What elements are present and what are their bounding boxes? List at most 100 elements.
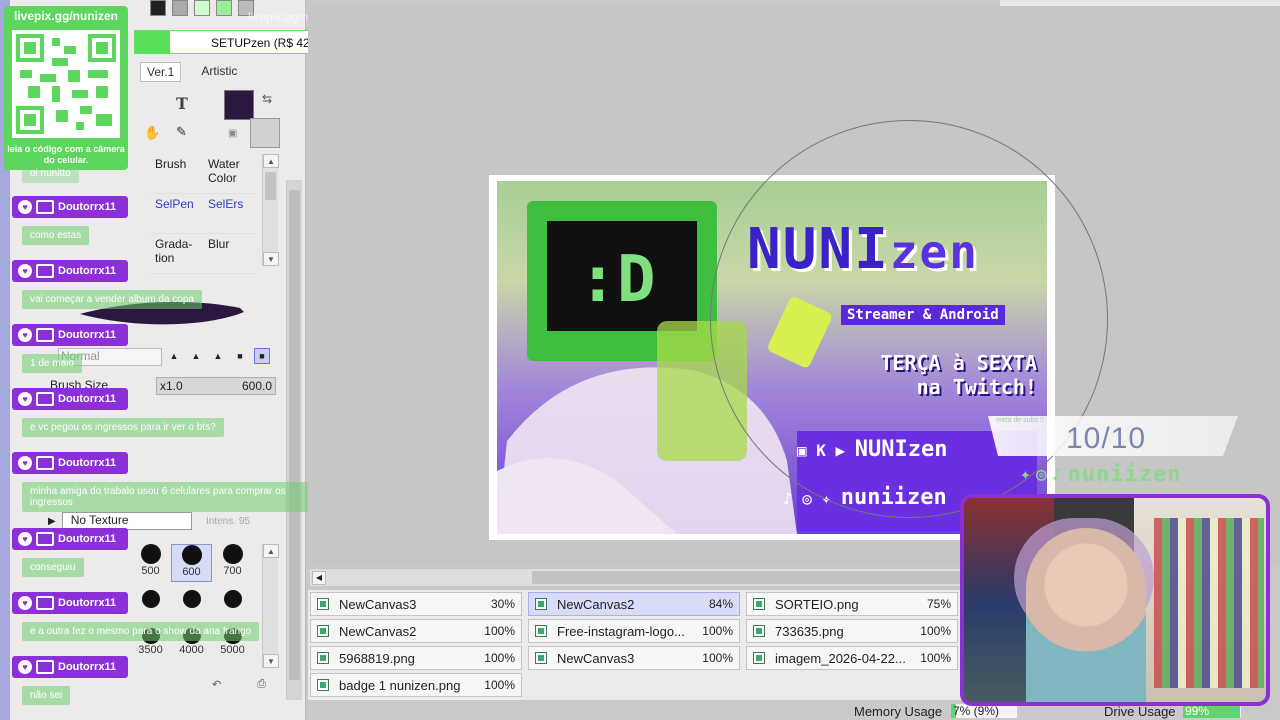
document-tab[interactable]: imagem_2026-04-22... 100%: [746, 646, 958, 670]
memory-usage-value: 7% (9%): [953, 704, 1000, 718]
document-tab[interactable]: Free-instagram-logo... 100%: [528, 619, 740, 643]
image-file-icon: [753, 652, 765, 664]
tab-artistic[interactable]: Artistic: [195, 62, 243, 82]
size-presets-scrollbar[interactable]: ▲ ▼: [262, 544, 279, 668]
shape-option[interactable]: ▲: [166, 348, 182, 364]
tiktok-icon: ♪: [1051, 464, 1064, 485]
save-icon[interactable]: ⎙: [257, 678, 266, 691]
webcam-streamer: [1026, 528, 1146, 702]
brush-tool-blur[interactable]: Blur: [203, 234, 256, 274]
hand-tool-icon[interactable]: ✋: [144, 125, 160, 141]
canvas-file-icon: [317, 598, 329, 610]
chat-username: ♥ Doutorrx11: [12, 196, 128, 218]
eyedropper-icon[interactable]: ✎: [176, 124, 187, 140]
size-preset[interactable]: [171, 590, 212, 618]
sub-goal-label: meta de subs !!: [996, 417, 1044, 424]
swatch[interactable]: [150, 0, 166, 16]
scroll-up-arrow[interactable]: ▲: [263, 154, 279, 168]
brush-size-presets: 500 600 700: [130, 544, 253, 582]
shape-option[interactable]: ▲: [210, 348, 226, 364]
scrollbar-thumb[interactable]: [532, 571, 962, 584]
webcam-feed: [960, 494, 1270, 706]
brush-tool-selers[interactable]: SelErs: [203, 194, 256, 234]
brush-tool-gradation[interactable]: Grada-tion: [150, 234, 203, 274]
size-preset-700[interactable]: 700: [212, 544, 253, 582]
size-preset[interactable]: [130, 590, 171, 618]
sub-goal-count: 10/10: [1066, 422, 1147, 455]
scroll-down-arrow[interactable]: ▼: [263, 654, 279, 668]
image-file-icon: [317, 652, 329, 664]
chat-username: ♥ Doutorrx11: [12, 388, 128, 410]
document-tab[interactable]: NewCanvas3 30%: [310, 592, 522, 616]
brush-size-multiplier: x1.0: [160, 379, 183, 393]
brush-tool-watercolor[interactable]: Water Color: [203, 154, 256, 194]
tool-tabs: Ver.1 Artistic: [140, 62, 243, 82]
chat-message: vai começar a vender album da copa: [22, 290, 202, 309]
chat-username: ♥ Doutorrx11: [12, 260, 128, 282]
main-color-swatch[interactable]: [224, 90, 254, 120]
swatch[interactable]: [194, 0, 210, 16]
canvas-file-icon: [317, 625, 329, 637]
shape-option-selected[interactable]: ■: [254, 348, 270, 364]
chat-message: oi nunitto: [22, 164, 79, 183]
memory-usage-label: Memory Usage: [854, 704, 943, 719]
brush-size-value: 600.0: [241, 379, 272, 393]
document-tab[interactable]: 733635.png 100%: [746, 619, 958, 643]
brush-cursor-circle: [710, 120, 1108, 518]
brush-size-slider[interactable]: x1.0 600.0: [156, 377, 276, 395]
chat-message: como estas: [22, 226, 90, 245]
twitch-badge-icon: [36, 660, 54, 674]
chat-message: não sei: [22, 686, 71, 705]
undo-icon[interactable]: ↶: [212, 678, 221, 691]
tab-ver1[interactable]: Ver.1: [140, 62, 182, 82]
brush-tool-brush[interactable]: Brush: [150, 154, 203, 194]
sub-color-swatch[interactable]: [250, 118, 280, 148]
document-tabs: NewCanvas3 30% NewCanvas2 84% SORTEIO.png 7…: [308, 590, 968, 700]
brush-shape-row: ▲ ▲ ▲ ■ ■: [166, 348, 270, 364]
text-tool-icon[interactable]: T: [176, 94, 188, 113]
document-tab[interactable]: NewCanvas3 100%: [528, 646, 740, 670]
document-tab[interactable]: badge 1 nunizen.png 100%: [310, 673, 522, 697]
size-preset-500[interactable]: 500: [130, 544, 171, 582]
panel-footer-icons: ↶ ⎙: [212, 678, 266, 691]
expand-arrow-icon[interactable]: ▶: [48, 516, 56, 527]
document-tab[interactable]: 5968819.png 100%: [310, 646, 522, 670]
twitter-icon: ✦: [1020, 464, 1032, 485]
brush-grid-scrollbar[interactable]: ▲ ▼: [262, 154, 279, 266]
chat-username: ♥ Doutorrx11: [12, 528, 128, 550]
panel-scrollbar[interactable]: [286, 180, 302, 700]
scroll-down-arrow[interactable]: ▼: [263, 252, 279, 266]
shape-option[interactable]: ■: [232, 348, 248, 364]
image-file-icon: [753, 598, 765, 610]
scroll-up-arrow[interactable]: ▲: [263, 544, 279, 558]
brush-tool-selpen[interactable]: SelPen: [150, 194, 203, 234]
instagram-icon: ◎: [1035, 464, 1048, 485]
swatch[interactable]: [216, 0, 232, 16]
chat-username: ♥ Doutorrx11: [12, 592, 128, 614]
drive-usage-label: Drive Usage: [1104, 704, 1176, 719]
document-tab[interactable]: SORTEIO.png 75%: [746, 592, 958, 616]
size-preset[interactable]: [212, 590, 253, 618]
chat-message: 1 de maio: [22, 354, 82, 373]
size-preset-600[interactable]: 600: [171, 544, 212, 582]
heart-icon: ♥: [18, 200, 32, 214]
heart-icon: ♥: [18, 264, 32, 278]
scroll-left-arrow[interactable]: ◀: [312, 571, 326, 585]
chat-username: ♥ Doutorrx11: [12, 324, 128, 346]
document-tab-active[interactable]: NewCanvas2 84%: [528, 592, 740, 616]
twitch-badge-icon: [36, 456, 54, 470]
webcam-bookshelf: [1154, 518, 1264, 688]
canvas-horizontal-scrollbar[interactable]: ◀: [310, 568, 970, 586]
swatch[interactable]: [172, 0, 188, 16]
sub-goal-widget: meta de subs !! 10/10: [988, 416, 1238, 456]
chat-message: e vc pegou os ingressos para ir ver o bt…: [22, 418, 224, 437]
document-tab[interactable]: NewCanvas2 100%: [310, 619, 522, 643]
shape-option[interactable]: ▲: [188, 348, 204, 364]
chat-message: minha amiga do trabalo usou 6 celulares …: [22, 482, 332, 512]
heart-icon: ♥: [18, 392, 32, 406]
transparent-color-icon[interactable]: ▣: [228, 128, 237, 139]
chat-username: ♥ Doutorrx11: [12, 452, 128, 474]
swap-colors-icon[interactable]: ⇆: [262, 92, 272, 106]
chat-message: e a outra fez o mesmo para o show da ana…: [22, 622, 260, 641]
heart-icon: ♥: [18, 328, 32, 342]
